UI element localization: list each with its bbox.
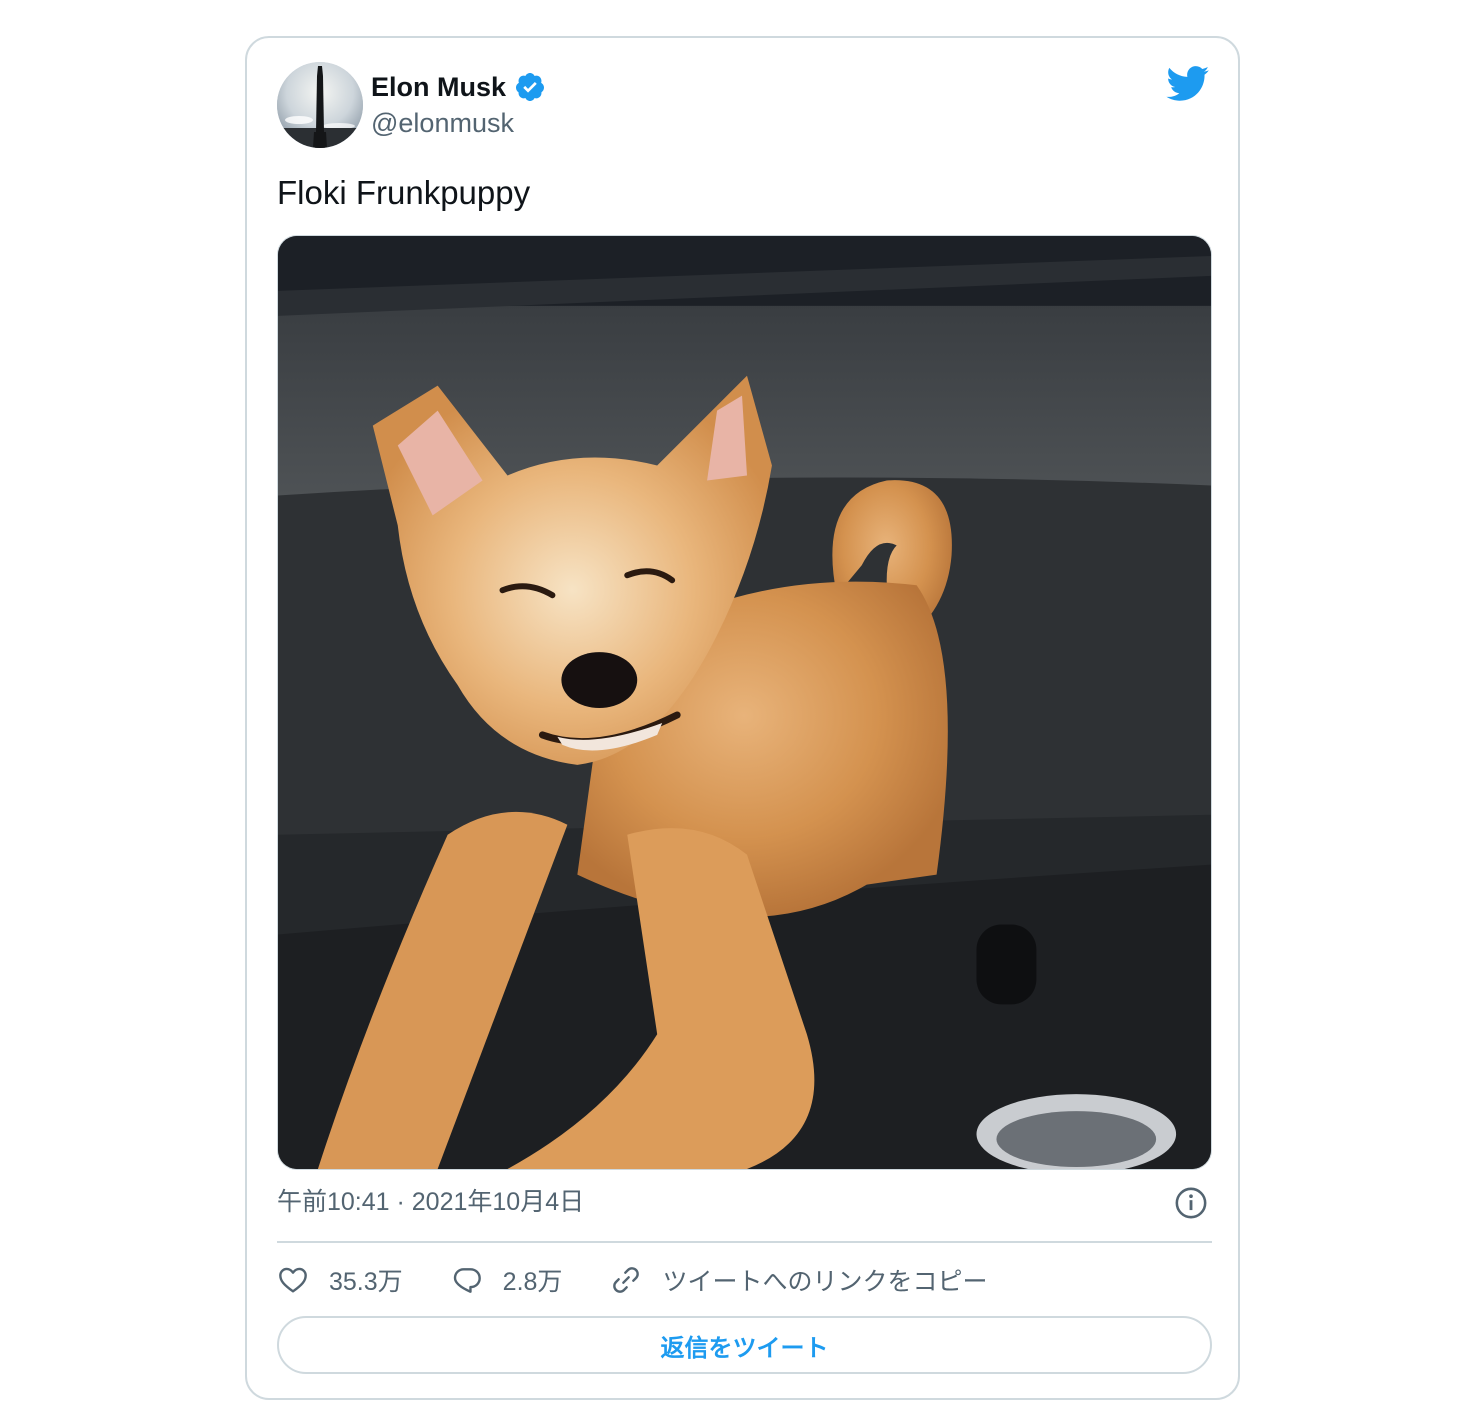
info-icon[interactable] [1174,1186,1208,1220]
like-count: 35.3万 [329,1268,403,1296]
like-button[interactable]: 35.3万 [277,1262,403,1298]
heart-icon [279,1267,307,1293]
author-handle[interactable]: @elonmusk [371,106,514,140]
tweet-photo[interactable] [277,235,1212,1170]
tweet-card[interactable]: Elon Musk @elonmusk Floki Frunkpuppy 午前1… [245,36,1240,1400]
shiba-puppy-photo [278,236,1211,1169]
author-name-row[interactable]: Elon Musk [371,70,546,104]
reply-bubble-icon [453,1268,481,1293]
reply-count-button[interactable]: 2.8万 [451,1262,563,1298]
action-bar: 35.3万 2.8万 ツイートへのリンクをコピー [277,1260,1035,1300]
avatar[interactable] [277,62,363,148]
verified-badge-icon [516,73,545,101]
tweet-timestamp[interactable]: 午前10:41 · 2021年10月4日 [277,1186,584,1218]
copy-link-label: ツイートへのリンクをコピー [662,1268,988,1296]
author-name[interactable]: Elon Musk [371,70,506,104]
twitter-bird-icon[interactable] [1166,66,1210,102]
tweet-text: Floki Frunkpuppy [277,174,531,211]
copy-link-button[interactable]: ツイートへのリンクをコピー [610,1262,987,1298]
reply-tweet-button[interactable]: 返信をツイート [277,1316,1212,1374]
link-icon [613,1267,640,1293]
avatar-image [277,62,363,148]
divider [277,1241,1212,1243]
reply-count: 2.8万 [502,1268,563,1296]
